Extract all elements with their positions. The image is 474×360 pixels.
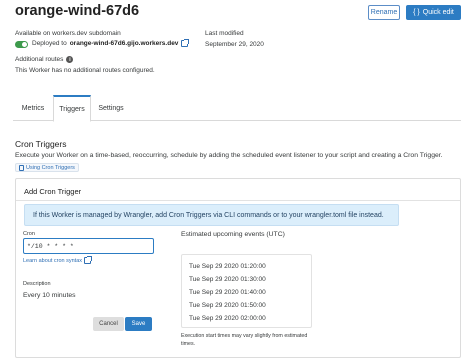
deployed-to: Deployed to orange-wind-67d6.gijo.worker… xyxy=(32,39,190,47)
cron-input[interactable]: */10 * * * * xyxy=(23,238,154,254)
additional-routes: Additional routes i xyxy=(15,56,74,63)
upcoming-events-list: Tue Sep 29 2020 01:20:00 Tue Sep 29 2020… xyxy=(181,254,312,328)
last-modified-label: Last modified xyxy=(205,30,244,37)
code-braces-icon: { } xyxy=(413,9,420,16)
deployed-prefix: Deployed to xyxy=(32,40,67,47)
subdomain-toggle[interactable] xyxy=(15,41,28,48)
list-item: Tue Sep 29 2020 01:40:00 xyxy=(189,289,266,296)
list-item: Tue Sep 29 2020 02:00:00 xyxy=(189,315,266,322)
subdomain-label: Available on workers.dev subdomain xyxy=(15,30,121,37)
list-item: Tue Sep 29 2020 01:30:00 xyxy=(189,276,266,283)
external-link-icon[interactable] xyxy=(181,39,190,47)
upcoming-events-title: Estimated upcoming events (UTC) xyxy=(181,231,285,238)
quick-edit-label: Quick edit xyxy=(422,9,454,16)
description-value: Every 10 minutes xyxy=(23,292,76,299)
tab-bar: Metrics Triggers Settings xyxy=(13,95,461,122)
deployed-host: orange-wind-67d6.gijo.workers.dev xyxy=(69,40,179,47)
tab-settings[interactable]: Settings xyxy=(91,95,131,121)
last-modified-value: September 29, 2020 xyxy=(205,41,264,48)
using-cron-triggers-label: Using Cron Triggers xyxy=(26,164,75,171)
wrangler-notice: If this Worker is managed by Wrangler, a… xyxy=(24,204,399,226)
document-icon xyxy=(19,164,24,171)
tab-triggers[interactable]: Triggers xyxy=(53,95,91,122)
worker-title: orange-wind-67d6 xyxy=(15,3,140,19)
divider xyxy=(16,200,460,201)
using-cron-triggers-link[interactable]: Using Cron Triggers xyxy=(15,163,79,172)
cron-label: Cron xyxy=(23,231,35,237)
additional-routes-label: Additional routes xyxy=(15,56,64,63)
tab-metrics[interactable]: Metrics xyxy=(13,95,53,121)
routes-text: This Worker has no additional routes con… xyxy=(15,67,155,74)
list-item: Tue Sep 29 2020 01:20:00 xyxy=(189,263,266,270)
cancel-button[interactable]: Cancel xyxy=(93,317,124,331)
events-note: Execution start times may vary slightly … xyxy=(181,333,308,347)
save-button[interactable]: Save xyxy=(125,317,152,331)
cron-syntax-link[interactable]: Learn about cron syntax xyxy=(23,256,93,264)
add-cron-trigger-card: Add Cron Trigger If this Worker is manag… xyxy=(15,178,461,358)
info-icon[interactable]: i xyxy=(66,56,74,63)
cron-description: Execute your Worker on a time-based, reo… xyxy=(15,152,443,159)
list-item: Tue Sep 29 2020 01:50:00 xyxy=(189,302,266,309)
card-title: Add Cron Trigger xyxy=(24,187,82,196)
cron-syntax-label: Learn about cron syntax xyxy=(23,257,83,264)
rename-button[interactable]: Rename xyxy=(368,5,400,20)
cron-triggers-title: Cron Triggers xyxy=(15,139,67,149)
description-label: Description xyxy=(23,281,51,287)
external-link-icon xyxy=(84,256,93,264)
quick-edit-button[interactable]: { } Quick edit xyxy=(406,5,461,20)
